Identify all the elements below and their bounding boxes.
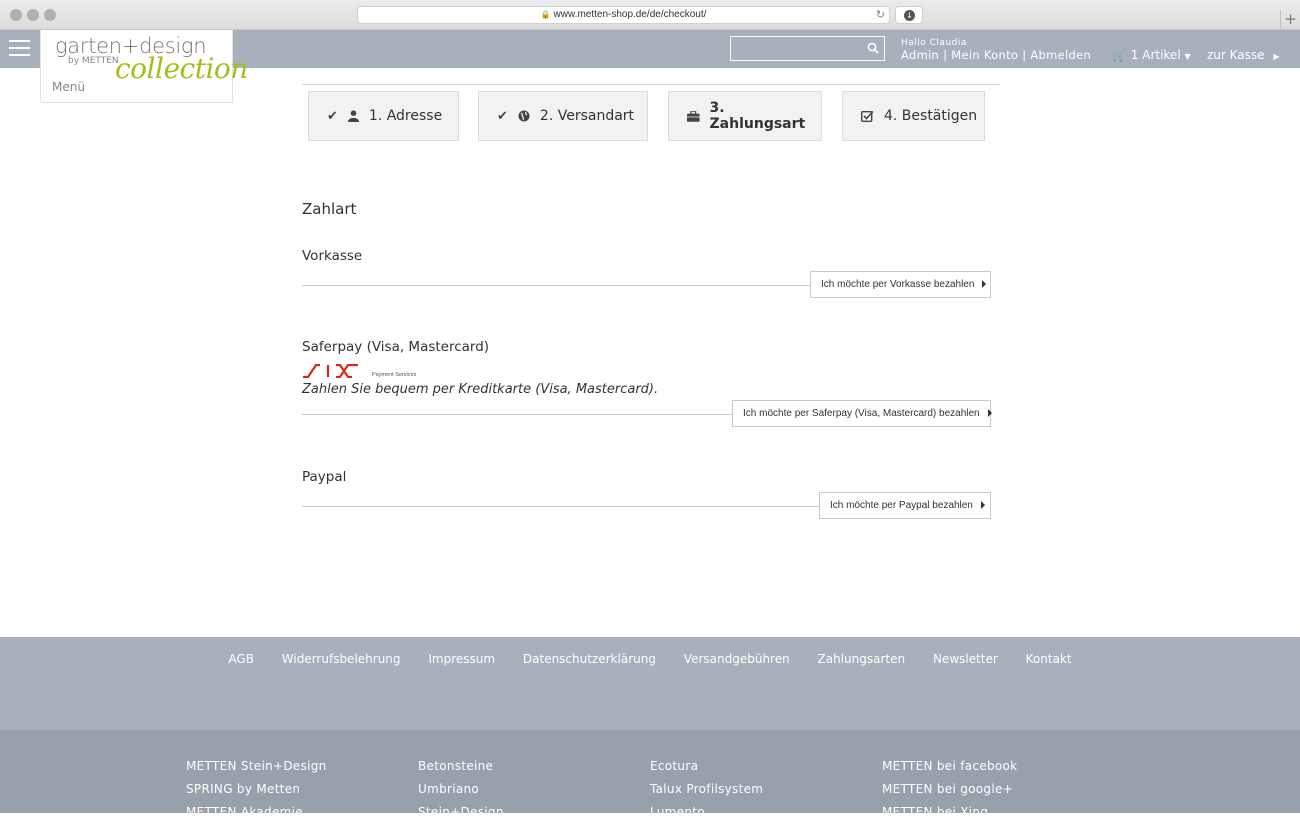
footer-link-privacy[interactable]: Datenschutzerklärung xyxy=(523,652,656,666)
search-field[interactable] xyxy=(730,36,885,61)
logout-link[interactable]: Abmelden xyxy=(1030,48,1091,62)
divider xyxy=(302,414,733,415)
footer-link[interactable]: METTEN bei Xing xyxy=(882,805,1017,828)
logo-subtitle: by METTEN xyxy=(68,56,119,66)
footer-link[interactable]: Ecotura xyxy=(650,759,763,782)
footer-link[interactable]: Stein+Design xyxy=(418,805,504,828)
url-text: www.metten-shop.de/de/checkout/ xyxy=(553,9,707,20)
step-label: 2. Versandart xyxy=(539,108,635,124)
payment-method-description: Zahlen Sie bequem per Kreditkarte (Visa,… xyxy=(302,382,659,397)
footer-links: AGB Widerrufsbelehrung Impressum Datensc… xyxy=(0,652,1300,666)
step-payment[interactable]: 3. Zahlungsart xyxy=(668,91,822,141)
minimize-window-button[interactable] xyxy=(27,9,39,21)
footer-link[interactable]: METTEN bei google+ xyxy=(882,782,1017,805)
step-shipping[interactable]: ✔ 2. Versandart xyxy=(478,91,648,141)
address-bar[interactable]: 🔒 www.metten-shop.de/de/checkout/ ↻ xyxy=(357,6,890,24)
footer-link[interactable]: SPRING by Metten xyxy=(186,782,327,805)
payment-method-name: Vorkasse xyxy=(302,248,363,264)
pay-saferpay-button[interactable]: Ich möchte per Saferpay (Visa, Mastercar… xyxy=(732,400,992,427)
caret-right-icon xyxy=(980,501,985,510)
checkout-link[interactable]: zur Kasse ▶ xyxy=(1207,48,1280,62)
globe-icon xyxy=(518,110,530,122)
cart-button[interactable]: 🛒 1 Artikel ▼ xyxy=(1112,48,1191,62)
pay-paypal-button[interactable]: Ich möchte per Paypal bezahlen xyxy=(819,492,991,519)
cart-icon: 🛒 xyxy=(1112,48,1127,62)
divider xyxy=(302,285,811,286)
downloads-button[interactable]: ↓ xyxy=(895,6,923,24)
step-label: 3. Zahlungsart xyxy=(709,100,806,132)
button-label: Ich möchte per Saferpay (Visa, Mastercar… xyxy=(743,408,980,419)
footer-link-agb[interactable]: AGB xyxy=(228,652,254,666)
search-input[interactable] xyxy=(731,37,861,60)
zoom-window-button[interactable] xyxy=(44,9,56,21)
pay-prepayment-button[interactable]: Ich möchte per Vorkasse bezahlen xyxy=(810,271,991,298)
footer-column: METTEN Stein+Design SPRING by Metten MET… xyxy=(186,759,327,828)
six-logo-subtitle: Payment Services xyxy=(372,372,417,378)
step-label: 1. Adresse xyxy=(368,108,443,124)
footer-column: Betonsteine Umbriano Stein+Design xyxy=(418,759,504,828)
payment-method-name: Paypal xyxy=(302,469,347,485)
my-account-link[interactable]: Mein Konto xyxy=(951,48,1018,62)
footer-link-imprint[interactable]: Impressum xyxy=(428,652,495,666)
checkout-label: zur Kasse xyxy=(1207,48,1265,62)
footer-link[interactable]: METTEN bei facebook xyxy=(882,759,1017,782)
user-greeting: Hallo Claudia xyxy=(901,38,967,48)
footer-link-withdrawal[interactable]: Widerrufsbelehrung xyxy=(282,652,401,666)
button-label: Ich möchte per Vorkasse bezahlen xyxy=(821,279,975,290)
user-icon xyxy=(347,110,359,122)
footer-link[interactable]: METTEN Akademie xyxy=(186,805,327,828)
logo-script: collection xyxy=(115,52,248,85)
check-icon: ✔ xyxy=(327,108,338,124)
footer-link-contact[interactable]: Kontakt xyxy=(1026,652,1072,666)
footer-link-payment-methods[interactable]: Zahlungsarten xyxy=(818,652,906,666)
step-address[interactable]: ✔ 1. Adresse xyxy=(308,91,459,141)
reload-icon[interactable]: ↻ xyxy=(876,7,885,23)
footer-link[interactable]: Lumento xyxy=(650,805,763,828)
footer-link-shipping-fees[interactable]: Versandgebühren xyxy=(684,652,790,666)
step-confirm[interactable]: 4. Bestätigen xyxy=(842,91,985,141)
browser-chrome: 🔒 www.metten-shop.de/de/checkout/ ↻ ↓ + xyxy=(0,0,1300,30)
checkbox-icon xyxy=(861,110,874,122)
new-tab-button[interactable]: + xyxy=(1280,10,1300,30)
footer-column: METTEN bei facebook METTEN bei google+ M… xyxy=(882,759,1017,828)
payment-method-name: Saferpay (Visa, Mastercard) xyxy=(302,339,490,355)
caret-right-icon xyxy=(982,280,987,289)
six-logo xyxy=(303,364,358,378)
footer-link[interactable]: Talux Profilsystem xyxy=(650,782,763,805)
admin-link[interactable]: Admin xyxy=(901,48,939,62)
divider xyxy=(302,506,820,507)
steps-divider xyxy=(302,84,1000,85)
footer-top: AGB Widerrufsbelehrung Impressum Datensc… xyxy=(0,637,1300,730)
caret-right-icon: ▶ xyxy=(1273,52,1280,61)
chevron-down-icon: ▼ xyxy=(1184,52,1191,61)
download-icon: ↓ xyxy=(904,10,915,21)
payment-title: Zahlart xyxy=(302,200,357,218)
footer-column: Ecotura Talux Profilsystem Lumento xyxy=(650,759,763,828)
footer-link[interactable]: METTEN Stein+Design xyxy=(186,759,327,782)
caret-right-icon xyxy=(987,409,992,418)
step-label: 4. Bestätigen xyxy=(884,108,978,124)
menu-label[interactable]: Menü xyxy=(52,80,85,94)
footer-link-newsletter[interactable]: Newsletter xyxy=(933,652,998,666)
check-icon: ✔ xyxy=(497,108,508,124)
cart-label: 1 Artikel xyxy=(1130,48,1181,62)
footer-bottom: METTEN Stein+Design SPRING by Metten MET… xyxy=(0,730,1300,819)
footer-link[interactable]: Betonsteine xyxy=(418,759,504,782)
briefcase-icon xyxy=(687,110,700,122)
button-label: Ich möchte per Paypal bezahlen xyxy=(830,500,973,511)
hamburger-menu-icon[interactable] xyxy=(9,40,30,58)
logo-panel: garten+design by METTEN collection Menü xyxy=(40,30,248,103)
close-window-button[interactable] xyxy=(10,9,22,21)
search-icon[interactable] xyxy=(867,42,879,54)
lock-icon: 🔒 xyxy=(540,10,551,19)
account-links: Admin | Mein Konto | Abmelden xyxy=(901,48,1092,62)
footer-link[interactable]: Umbriano xyxy=(418,782,504,805)
